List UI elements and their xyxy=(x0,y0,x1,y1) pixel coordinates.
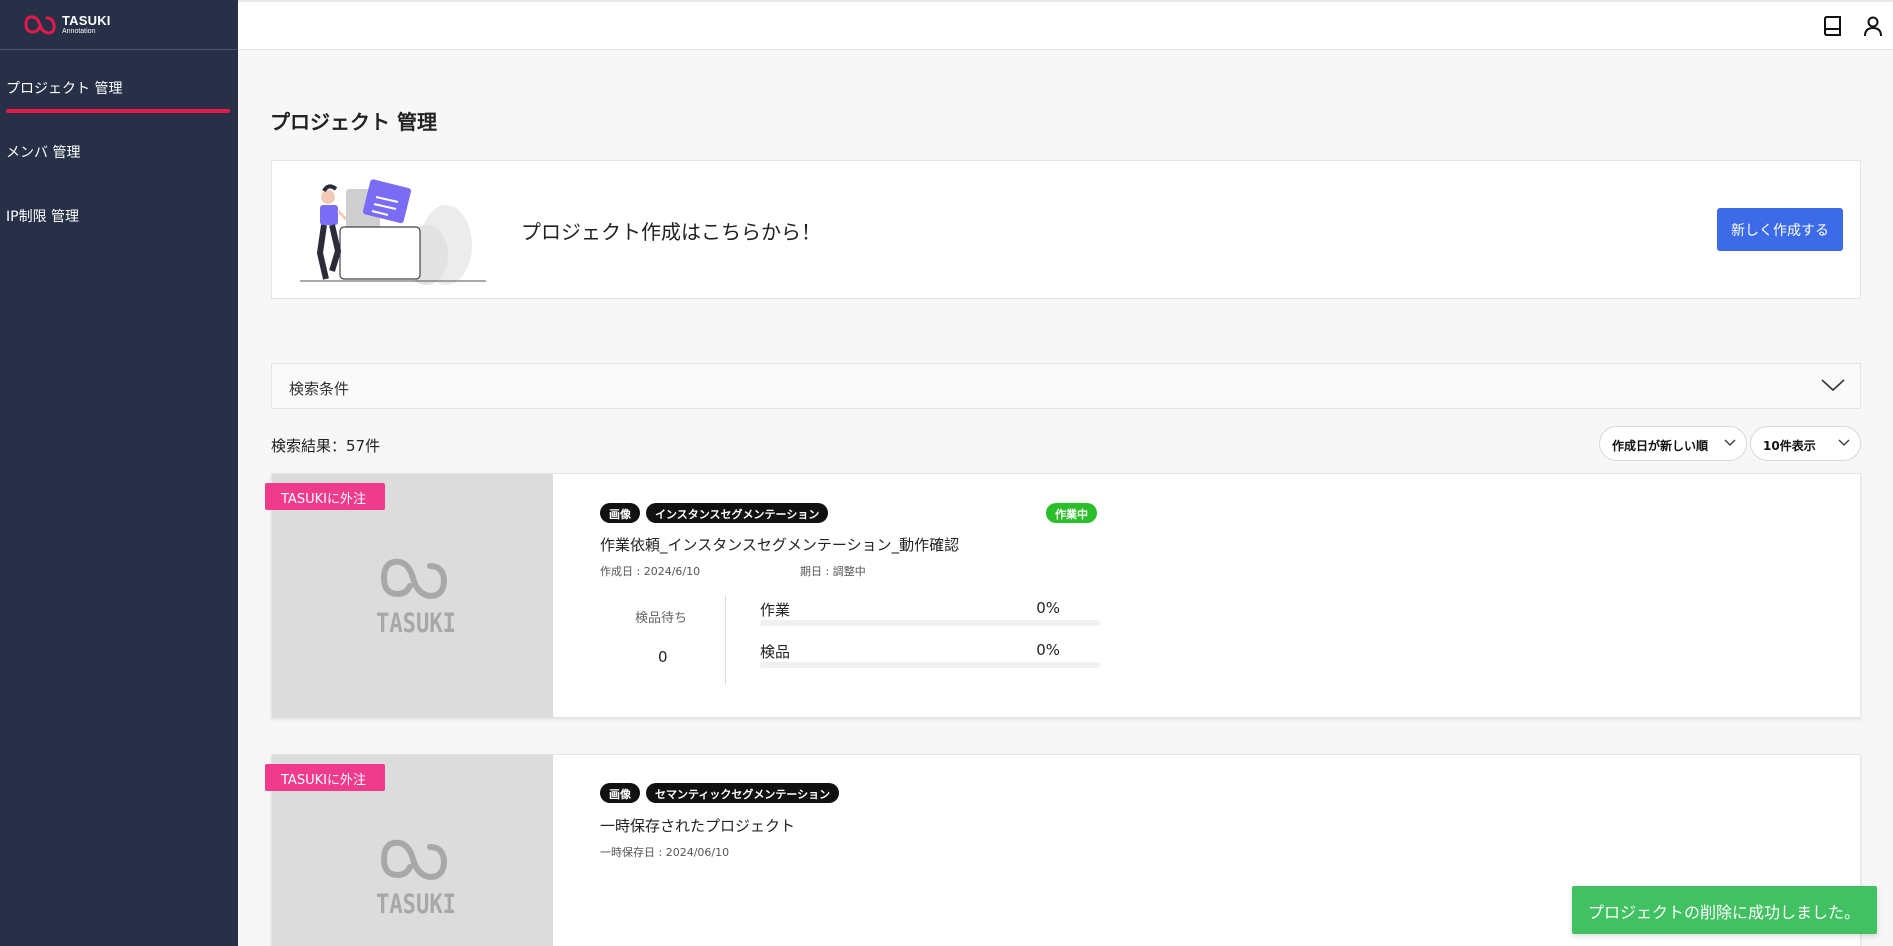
sidebar-item-ip-restriction[interactable]: IP制限 管理 xyxy=(6,206,79,226)
tasuki-logo-icon xyxy=(381,558,448,600)
thumbnail-text: TASUKI xyxy=(376,889,456,920)
top-header xyxy=(238,0,1893,50)
tasuki-thumbnail-logo: TASUKI xyxy=(376,554,474,639)
tag-annotation-type: インスタンスセグメンテーション xyxy=(646,503,829,523)
divider xyxy=(725,595,726,685)
tasuki-logo-icon xyxy=(381,839,448,881)
folder-illustration-icon xyxy=(300,179,486,285)
per-page-select[interactable]: 10件表示 xyxy=(1750,426,1861,461)
project-title[interactable]: 一時保存されたプロジェクト xyxy=(600,815,795,836)
user-icon[interactable] xyxy=(1861,14,1885,38)
inspection-progress-value: 0% xyxy=(1036,641,1060,659)
temp-saved-date: 一時保存日 : 2024/06/10 xyxy=(600,846,730,859)
work-progress-label: 作業 xyxy=(760,601,791,619)
tag-media-type: 画像 xyxy=(600,783,640,803)
outsource-ribbon: TASUKIに外注 xyxy=(265,764,385,791)
outsource-ribbon: TASUKIに外注 xyxy=(265,483,385,510)
brand-logo[interactable]: TASUKI Annotation xyxy=(0,0,238,50)
sort-select[interactable]: 作成日が新しい順 xyxy=(1599,426,1747,461)
chevron-down-icon xyxy=(1724,439,1736,446)
project-title[interactable]: 作業依頼_インスタンスセグメンテーション_動作確認 xyxy=(600,534,959,555)
work-progress-value: 0% xyxy=(1036,599,1060,617)
search-conditions-toggle[interactable]: 検索条件 xyxy=(271,363,1861,409)
sidebar-item-projects[interactable]: プロジェクト 管理 xyxy=(6,78,122,98)
created-date: 作成日 : 2024/6/10 xyxy=(600,565,701,578)
pending-inspection-label: 検品待ち xyxy=(635,611,688,626)
create-project-button[interactable]: 新しく作成する xyxy=(1717,208,1843,251)
inspection-progress-bar xyxy=(760,662,1100,668)
tag-media-type: 画像 xyxy=(600,503,640,523)
inspection-progress-label: 検品 xyxy=(760,643,791,661)
work-progress-bar xyxy=(760,620,1100,626)
create-message: プロジェクト作成はこちらから！ xyxy=(521,220,821,244)
pending-inspection-value: 0 xyxy=(658,648,668,666)
brand-name: TASUKI xyxy=(62,13,111,28)
create-project-panel: プロジェクト作成はこちらから！ 新しく作成する xyxy=(271,160,1861,299)
per-page-select-value: 10件表示 xyxy=(1763,439,1816,453)
deadline: 期日 : 調整中 xyxy=(800,565,866,578)
search-result-count: 検索結果：57件 xyxy=(271,437,381,455)
book-icon[interactable] xyxy=(1821,14,1845,38)
success-toast[interactable]: プロジェクトの削除に成功しました。 xyxy=(1572,886,1877,934)
sidebar-active-indicator xyxy=(6,109,230,113)
chevron-down-icon xyxy=(1821,379,1845,392)
project-thumbnail: TASUKI xyxy=(272,474,553,718)
brand-sub: Annotation xyxy=(62,28,96,35)
sidebar-item-members[interactable]: メンバ 管理 xyxy=(6,142,80,162)
tasuki-thumbnail-logo: TASUKI xyxy=(376,835,474,920)
tasuki-logo-icon xyxy=(24,14,56,35)
search-conditions-label: 検索条件 xyxy=(289,380,350,398)
sort-select-value: 作成日が新しい順 xyxy=(1612,439,1709,453)
page-title: プロジェクト 管理 xyxy=(270,110,437,134)
chevron-down-icon xyxy=(1838,439,1850,446)
tag-annotation-type: セマンティックセグメンテーション xyxy=(646,783,840,803)
status-badge: 作業中 xyxy=(1046,503,1097,523)
thumbnail-text: TASUKI xyxy=(376,608,456,639)
sidebar: TASUKI Annotation プロジェクト 管理 メンバ 管理 IP制限 … xyxy=(0,0,238,946)
project-card[interactable]: TASUKI 画像 インスタンスセグメンテーション 作業中 作業依頼_インスタン… xyxy=(271,473,1861,718)
